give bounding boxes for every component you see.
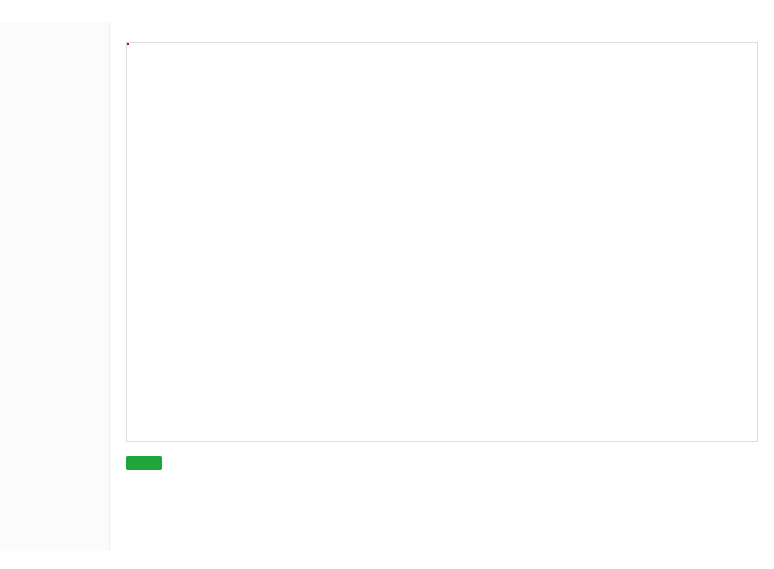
sidebar xyxy=(0,22,110,551)
content-pane xyxy=(110,22,774,551)
highlight-rect xyxy=(127,43,129,45)
code-editor[interactable] xyxy=(126,42,758,442)
page-title xyxy=(0,0,774,22)
save-button[interactable] xyxy=(126,456,162,470)
main-pane xyxy=(0,22,774,551)
